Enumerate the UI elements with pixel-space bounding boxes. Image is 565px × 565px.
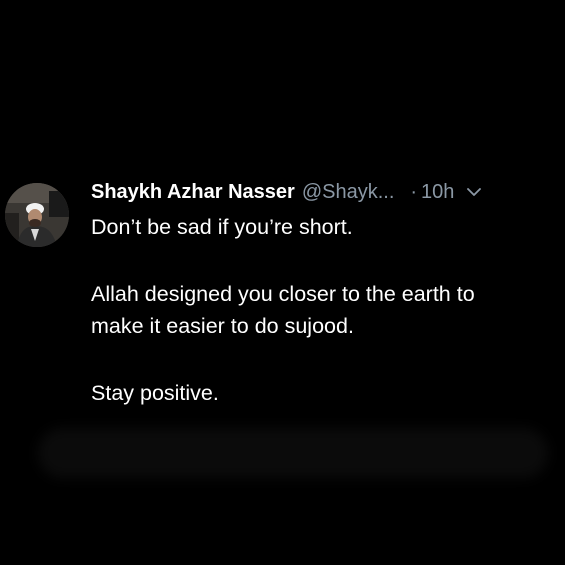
timestamp[interactable]: 10h — [421, 181, 454, 204]
redacted-area — [38, 428, 548, 478]
tweet-line: Stay positive. — [91, 381, 219, 405]
separator-dot: · — [410, 180, 418, 203]
user-handle[interactable]: @Shayk... — [302, 181, 395, 204]
tweet-line: Allah designed you closer to the earth t… — [91, 282, 475, 306]
tweet-card[interactable]: Shaykh Azhar Nasser @Shayk... · 10h Don’… — [0, 0, 565, 565]
tweet-text: Don’t be sad if you’re short. Allah desi… — [91, 211, 563, 409]
chevron-down-icon[interactable] — [467, 187, 482, 197]
tweet-line: Don’t be sad if you’re short. — [91, 215, 353, 239]
avatar-image — [5, 183, 69, 247]
display-name[interactable]: Shaykh Azhar Nasser — [91, 181, 295, 204]
avatar[interactable] — [5, 183, 69, 247]
tweet-line: make it easier to do sujood. — [91, 314, 354, 338]
tweet-header: Shaykh Azhar Nasser @Shayk... · 10h — [91, 178, 482, 206]
